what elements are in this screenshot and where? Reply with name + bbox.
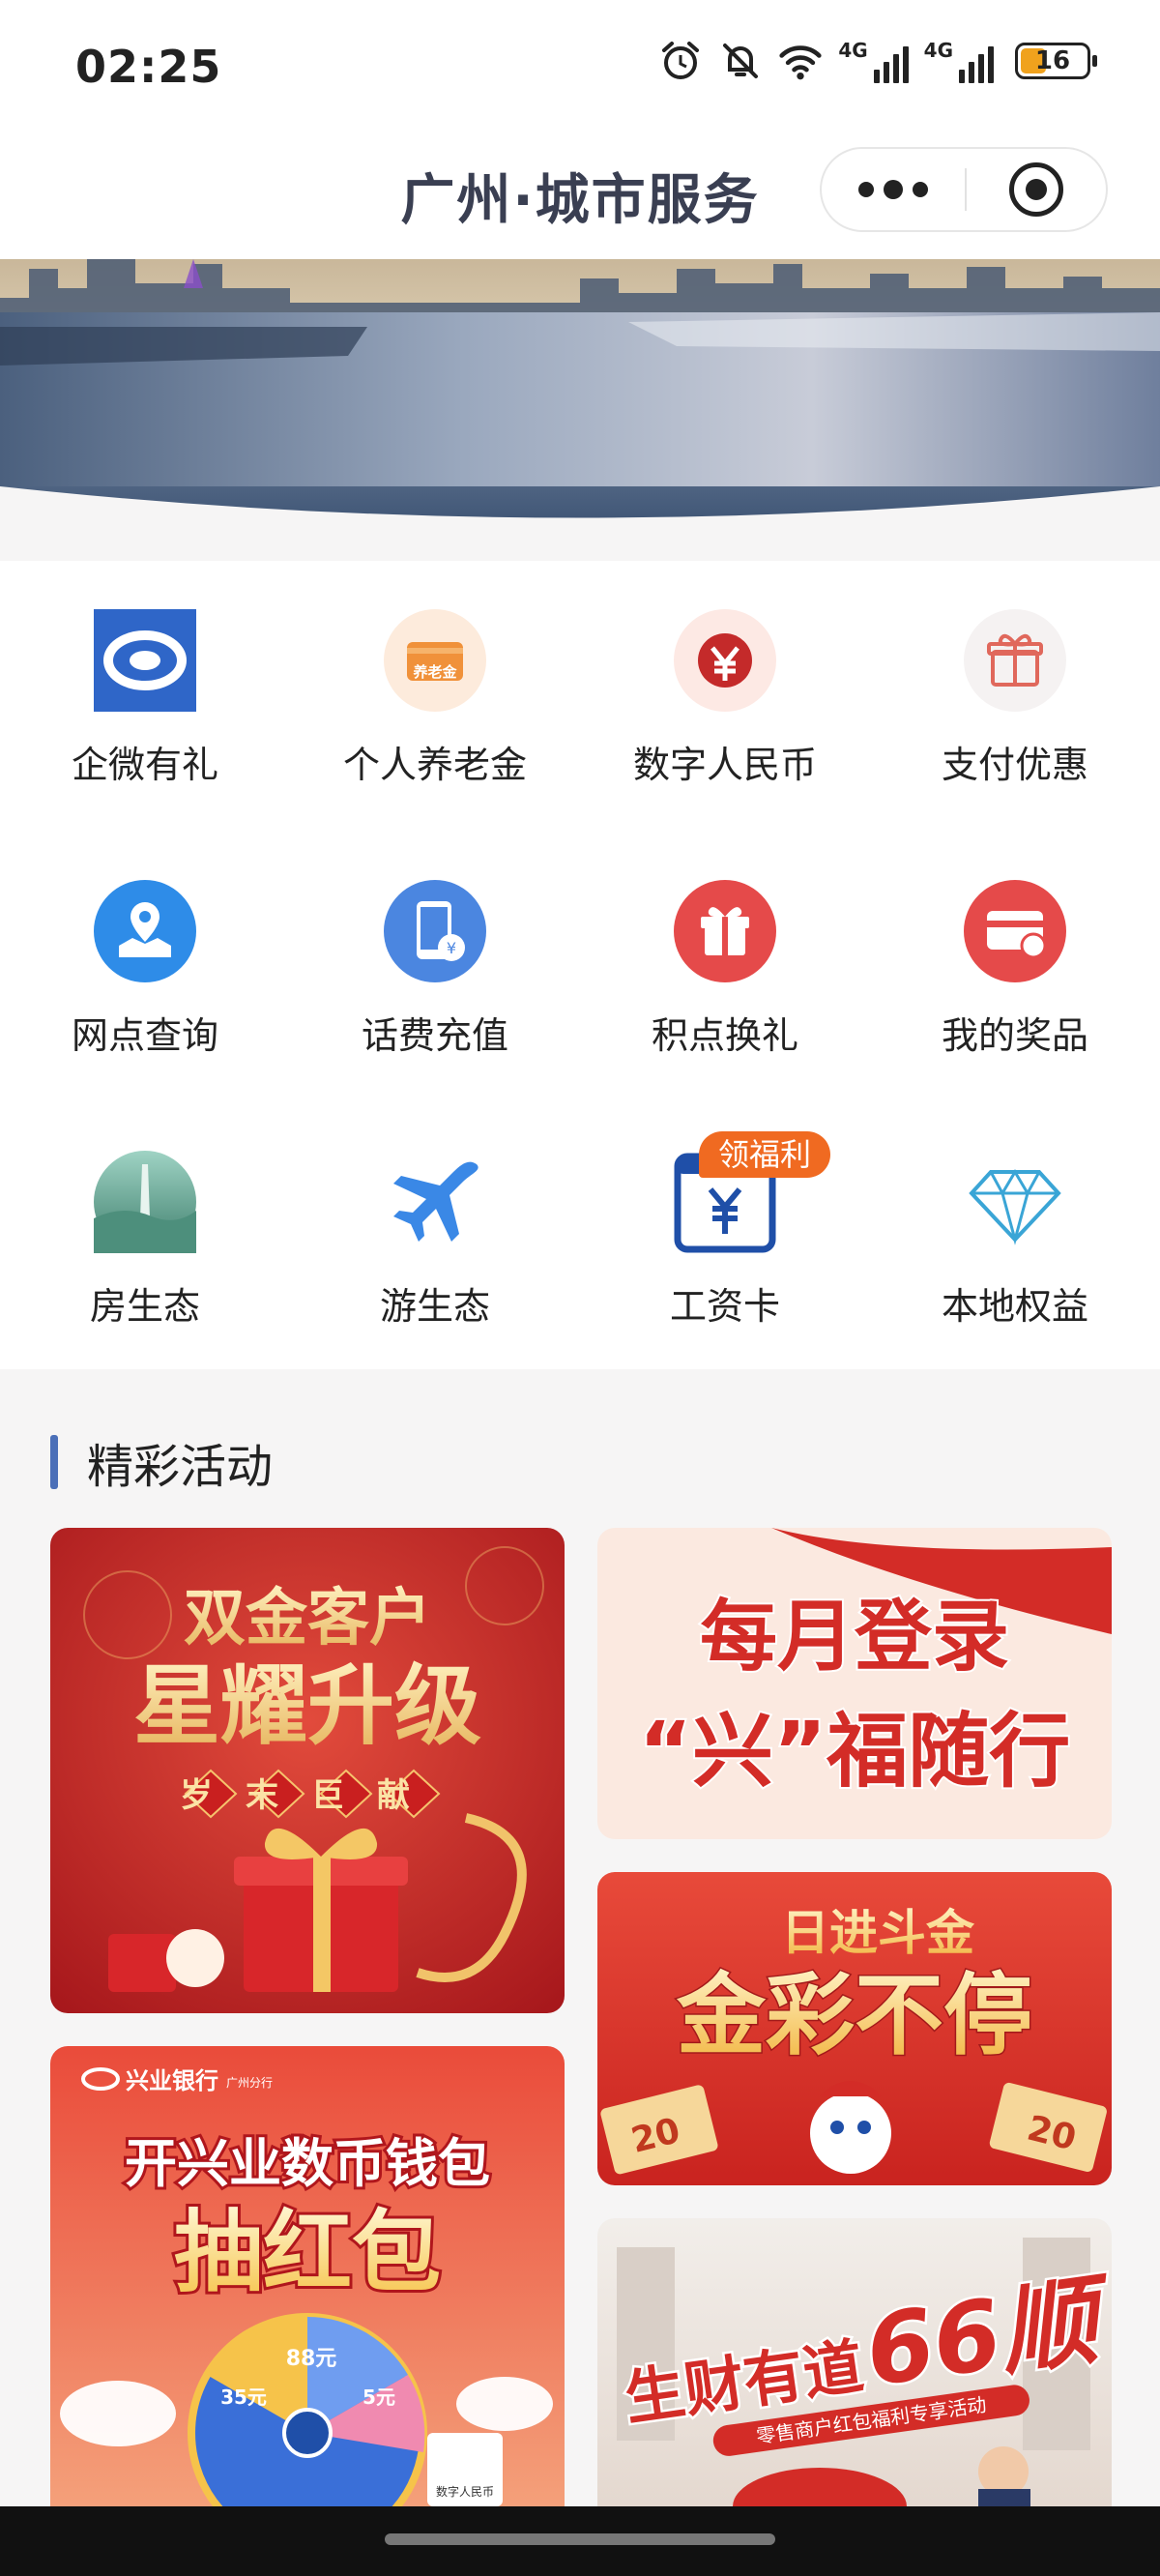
activity-card-digital-wallet[interactable]: 兴业银行 广州分行 开兴业数币钱包 抽红包 88元 35元 5元 数字人民币	[50, 2046, 565, 2506]
alarm-icon	[662, 42, 700, 79]
activity1-line2: 星耀升级	[133, 1654, 481, 1757]
grid-label: 个人养老金	[342, 744, 527, 786]
more-button[interactable]	[822, 149, 965, 230]
grid-item-my-prizes[interactable]: 我的奖品	[870, 832, 1160, 1057]
wifi-icon	[779, 45, 822, 80]
mini-program-navbar: 广州·城市服务	[0, 135, 1160, 261]
status-time: 02:25	[75, 41, 222, 93]
battery-level: 16	[1034, 46, 1071, 75]
grid-label: 网点查询	[71, 1014, 218, 1057]
salary-benefit-badge: 领福利	[699, 1131, 831, 1178]
activity-image: 双金客户 星耀升级 岁末巨献	[50, 1528, 565, 2013]
grid-item-phone-topup[interactable]: ¥ 话费充值	[290, 832, 580, 1057]
capsule-menu	[820, 147, 1108, 232]
mute-bell-icon	[723, 44, 759, 78]
status-icons: 4G 4G 16	[658, 39, 1097, 83]
activity4-bank: 兴业银行	[126, 2067, 218, 2094]
activity4-tag: 数字人民币	[436, 2484, 494, 2499]
activity1-line3: 岁末巨献	[180, 1776, 443, 1815]
grid-item-travel[interactable]: 游生态	[290, 1102, 580, 1328]
activity-image: 日进斗金 金彩不停 20 20	[597, 1872, 1112, 2185]
activity4-line1: 开兴业数币钱包	[125, 2133, 490, 2194]
grid-item-points[interactable]: 积点换礼	[580, 832, 870, 1057]
close-button[interactable]	[967, 149, 1106, 230]
grid-item-local-benefits[interactable]: 本地权益	[870, 1102, 1160, 1328]
pension-card-icon: 养老金	[384, 609, 486, 712]
grid-item-pension[interactable]: 养老金 个人养老金	[290, 561, 580, 786]
activity4-wheel3: 5元	[362, 2386, 395, 2409]
prize-card-icon	[964, 880, 1066, 982]
grid-label: 数字人民币	[632, 744, 817, 786]
activity2-line1: 每月登录	[700, 1592, 1009, 1682]
city-banner[interactable]	[0, 259, 1160, 526]
grid-label: 话费充值	[361, 1014, 508, 1057]
section-header: 精彩活动	[50, 1433, 273, 1494]
pension-icon-text: 养老金	[413, 663, 457, 681]
activity3-line2: 金彩不停	[676, 1963, 1032, 2067]
activity-image: 兴业银行 广州分行 开兴业数币钱包 抽红包 88元 35元 5元 数字人民币	[50, 2046, 565, 2506]
home-indicator[interactable]	[385, 2533, 775, 2545]
banner-image	[0, 259, 1160, 526]
grid-item-housing[interactable]: 房生态	[0, 1102, 290, 1328]
battery-icon: 16	[1015, 43, 1097, 79]
city-tower-icon	[94, 1151, 196, 1253]
activity4-wheel1: 88元	[286, 2347, 337, 2371]
grid-label: 本地权益	[941, 1285, 1088, 1328]
more-dot-icon	[884, 180, 903, 199]
more-dot-icon	[858, 182, 874, 197]
map-pin-icon	[94, 880, 196, 982]
grid-label: 工资卡	[669, 1285, 780, 1328]
service-grid: 企微有礼 养老金 个人养老金 数字人民币 支付优惠 网点查询 ¥ 话费充值 积点…	[0, 561, 1160, 1369]
activity-card-daily-gold[interactable]: 日进斗金 金彩不停 20 20	[597, 1872, 1112, 2185]
digital-rmb-icon	[674, 609, 776, 712]
svg-text:¥: ¥	[447, 939, 456, 957]
activity3-line1: 日进斗金	[781, 1904, 975, 1961]
grid-item-qiwei[interactable]: 企微有礼	[0, 561, 290, 786]
activity-image: 生财有道 66顺 零售商户红包福利专享活动	[597, 2218, 1112, 2506]
activity2-line2: “兴”福随行	[639, 1704, 1070, 1799]
close-target-icon	[1009, 162, 1063, 217]
activity1-line1: 双金客户	[184, 1582, 431, 1654]
status-bar: 02:25 4G 4G 16	[0, 0, 1160, 135]
grid-item-pay-discount[interactable]: 支付优惠	[870, 561, 1160, 786]
phone-topup-icon: ¥	[384, 880, 486, 982]
section-accent-bar	[50, 1435, 58, 1489]
red-gift-icon	[674, 880, 776, 982]
activity-image: 每月登录 “兴”福随行	[597, 1528, 1112, 1839]
activity-card-merchant-66[interactable]: 生财有道 66顺 零售商户红包福利专享活动	[597, 2218, 1112, 2506]
activity-card-monthly-login[interactable]: 每月登录 “兴”福随行	[597, 1528, 1112, 1839]
activity4-wheel2: 35元	[220, 2386, 267, 2409]
cell-signal-1: 4G	[838, 39, 909, 83]
grid-label: 房生态	[89, 1285, 200, 1328]
airplane-icon	[384, 1151, 486, 1253]
grid-label: 企微有礼	[71, 744, 218, 786]
network-label-1: 4G	[838, 39, 868, 62]
grid-label: 支付优惠	[941, 744, 1088, 786]
section-title: 精彩活动	[87, 1440, 274, 1494]
activity4-bank-sub: 广州分行	[226, 2076, 273, 2090]
wechat-work-icon	[94, 609, 196, 712]
grid-label: 我的奖品	[941, 1014, 1088, 1057]
grid-item-digital-rmb[interactable]: 数字人民币	[580, 561, 870, 786]
activity4-line2: 抽红包	[174, 2201, 441, 2304]
diamond-icon	[964, 1151, 1066, 1253]
network-label-2: 4G	[923, 39, 953, 62]
grid-label: 游生态	[379, 1285, 490, 1328]
more-dot-icon	[913, 182, 928, 197]
grid-label: 积点换礼	[651, 1014, 798, 1057]
cell-signal-2: 4G	[924, 39, 994, 83]
grid-item-branch[interactable]: 网点查询	[0, 832, 290, 1057]
gift-icon	[964, 609, 1066, 712]
activity-card-star-upgrade[interactable]: 双金客户 星耀升级 岁末巨献	[50, 1528, 565, 2013]
